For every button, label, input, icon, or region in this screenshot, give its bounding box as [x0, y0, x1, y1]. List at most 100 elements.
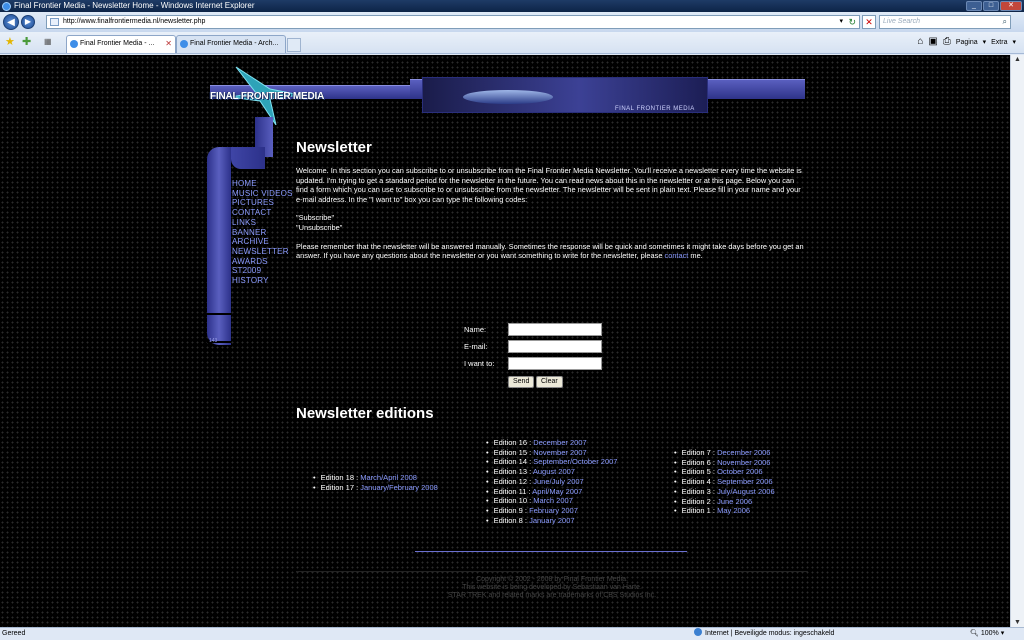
refresh-icon[interactable]: ↻: [848, 16, 856, 28]
edition-item: Edition 3 : July/August 2006: [674, 487, 775, 497]
vertical-scrollbar[interactable]: ▲ ▼: [1010, 55, 1024, 627]
edition-link[interactable]: September/October 2007: [533, 457, 617, 466]
zone-text: Internet | Beveiligde modus: ingeschakel…: [705, 630, 835, 637]
edition-item: Edition 5 : October 2006: [674, 467, 775, 477]
nav-music-videos[interactable]: MUSIC VIDEOS: [232, 189, 293, 199]
edition-number: Edition 6: [681, 457, 711, 467]
maximize-button[interactable]: □: [983, 1, 999, 11]
nav-banner[interactable]: BANNER: [232, 228, 293, 238]
edition-number: Edition 18: [320, 473, 354, 482]
zoom-level: 100%: [980, 630, 999, 637]
site-header: FINAL FRONTIER MEDIA FINAL FRONTIER MEDI…: [200, 65, 810, 131]
send-button[interactable]: Send: [508, 376, 535, 388]
contact-link[interactable]: contact: [665, 251, 689, 260]
tab-close-icon[interactable]: ✕: [165, 36, 172, 52]
search-placeholder: Live Search: [883, 18, 920, 25]
email-field[interactable]: [508, 340, 602, 353]
site-logo[interactable]: FINAL FRONTIER MEDIA: [210, 91, 324, 102]
title-bar: Final Frontier Media - Newsletter Home -…: [0, 0, 1024, 12]
header-subtitle: FINAL FRONTIER MEDIA: [615, 106, 695, 112]
new-tab-button[interactable]: [287, 38, 301, 52]
search-input[interactable]: Live Search ⌕: [879, 15, 1011, 29]
edition-item: Edition 10 : March 2007: [486, 496, 617, 506]
edition-item: Edition 7 : December 2006: [674, 448, 775, 458]
zoom-icon: 🔍︎: [970, 630, 979, 637]
edition-number: Edition 5: [681, 467, 711, 477]
edition-link[interactable]: December 2007: [533, 438, 586, 447]
zoom-control[interactable]: 🔍︎ 100% ▾: [970, 628, 1004, 640]
nav-pictures[interactable]: PICTURES: [232, 198, 293, 208]
search-icon[interactable]: ⌕: [1003, 16, 1007, 28]
name-label: Name:: [464, 325, 487, 334]
edition-number: Edition 3: [681, 486, 711, 496]
print-icon[interactable]: ⎙: [943, 37, 951, 47]
ie-page-icon: [180, 40, 188, 48]
clear-button[interactable]: Clear: [536, 376, 563, 388]
minimize-button[interactable]: _: [966, 1, 982, 11]
address-bar[interactable]: http://www.finalfrontiermedia.nl/newslet…: [46, 15, 860, 29]
editions-list-2008: Edition 18 : March/April 2008Edition 17 …: [313, 473, 438, 492]
edition-item: Edition 8 : January 2007: [486, 516, 617, 526]
ie-logo-icon: [2, 2, 11, 11]
edition-link[interactable]: May 2006: [717, 506, 750, 515]
security-zone[interactable]: Internet | Beveiligde modus: ingeschakel…: [694, 628, 834, 640]
edition-link[interactable]: November 2006: [717, 458, 770, 467]
edition-number: Edition 13: [493, 467, 527, 477]
edition-link[interactable]: February 2007: [529, 506, 578, 515]
edition-link[interactable]: June/July 2007: [533, 477, 583, 486]
edition-link[interactable]: March/April 2008: [360, 473, 417, 482]
code-subscribe: "Subscribe": [296, 213, 335, 223]
edition-link[interactable]: August 2007: [533, 467, 575, 476]
edition-item: Edition 16 : December 2007: [486, 438, 617, 448]
quick-tabs-icon[interactable]: ▦: [44, 36, 52, 48]
nav-archive[interactable]: ARCHIVE: [232, 237, 293, 247]
page-menu[interactable]: Pagina: [956, 39, 978, 46]
edition-number: Edition 12: [493, 476, 527, 486]
scroll-up-icon[interactable]: ▲: [1014, 56, 1021, 63]
edition-item: Edition 4 : September 2006: [674, 477, 775, 487]
extra-menu[interactable]: Extra: [991, 39, 1007, 46]
nav-links[interactable]: LINKS: [232, 218, 293, 228]
edition-link[interactable]: September 2006: [717, 477, 772, 486]
chevron-down-icon[interactable]: ▾: [839, 16, 843, 28]
divider: [415, 551, 687, 552]
want-field[interactable]: [508, 357, 602, 370]
nav-awards[interactable]: AWARDS: [232, 257, 293, 267]
developer-text: This website is being developed by Sebas…: [462, 584, 642, 591]
nav-contact[interactable]: CONTACT: [232, 208, 293, 218]
edition-link[interactable]: June 2006: [717, 497, 752, 506]
edition-item: Edition 1 : May 2006: [674, 506, 775, 516]
page-title: Newsletter: [296, 139, 372, 156]
edition-link[interactable]: November 2007: [533, 448, 586, 457]
edition-link[interactable]: January 2007: [529, 516, 574, 525]
nav-home[interactable]: HOME: [232, 179, 293, 189]
home-icon[interactable]: ⌂: [917, 37, 923, 47]
edition-link[interactable]: July/August 2006: [717, 487, 775, 496]
edition-link[interactable]: December 2006: [717, 448, 770, 457]
edition-link[interactable]: March 2007: [533, 496, 573, 505]
tab-newsletter[interactable]: Final Frontier Media - ... ✕: [66, 35, 176, 53]
chevron-down-icon: ▾: [1012, 39, 1016, 46]
nav-newsletter[interactable]: NEWSLETTER: [232, 247, 293, 257]
stop-button[interactable]: ✕: [862, 15, 876, 29]
page-icon: [50, 18, 59, 26]
name-field[interactable]: [508, 323, 602, 336]
close-button[interactable]: ✕: [1000, 1, 1022, 11]
starship-image: [463, 90, 553, 104]
nav-history[interactable]: HISTORY: [232, 276, 293, 286]
favorites-star-icon[interactable]: ★: [5, 36, 15, 48]
ie-page-icon: [70, 40, 78, 48]
back-button[interactable]: ◀: [3, 14, 19, 30]
edition-item: Edition 12 : June/July 2007: [486, 477, 617, 487]
feeds-icon[interactable]: ▣: [928, 37, 937, 47]
editions-section: Newsletter editions: [296, 405, 808, 432]
add-favorites-icon[interactable]: ✚: [22, 36, 31, 48]
scroll-down-icon[interactable]: ▼: [1014, 619, 1021, 626]
edition-link[interactable]: April/May 2007: [532, 487, 582, 496]
edition-link[interactable]: January/February 2008: [360, 483, 438, 492]
nav-st2009[interactable]: ST2009: [232, 266, 293, 276]
tab-archive[interactable]: Final Frontier Media - Arch...: [176, 35, 286, 53]
edition-item: Edition 6 : November 2006: [674, 458, 775, 468]
edition-link[interactable]: October 2006: [717, 467, 762, 476]
forward-button[interactable]: ▶: [21, 15, 35, 29]
